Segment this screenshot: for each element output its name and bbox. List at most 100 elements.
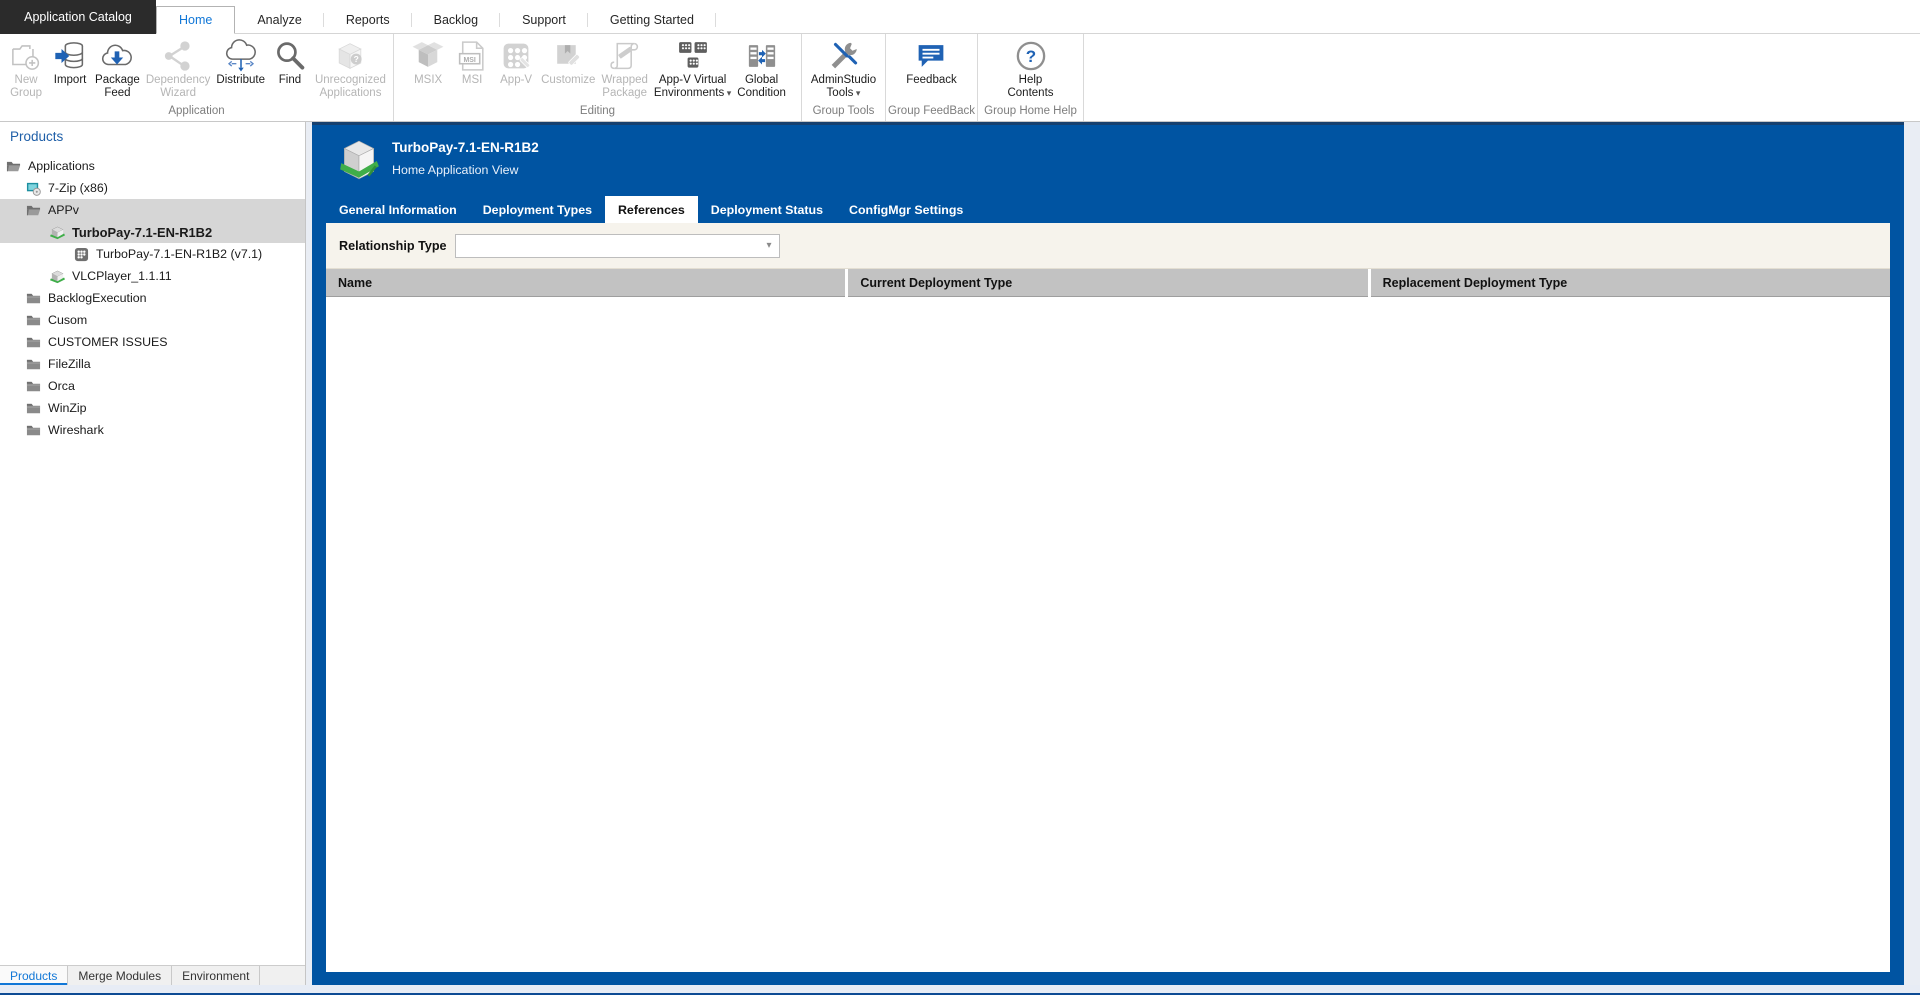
tree-item-applications[interactable]: Applications (0, 155, 305, 177)
tree-item-label: BacklogExecution (48, 291, 147, 305)
ribbon-button-label: Find (279, 74, 301, 87)
folder-icon (26, 357, 41, 372)
tree-item-winzip[interactable]: WinZip (0, 397, 305, 419)
import-button[interactable]: Import (48, 36, 92, 87)
unrecognized-applications-icon: ? (331, 37, 369, 74)
dependency-wizard-icon (159, 37, 197, 74)
tree-item-turbopay-7-1-en-r1b2-v7-1[interactable]: TurboPay-7.1-EN-R1B2 (v7.1) (0, 243, 305, 265)
ribbon-button-label: AdminStudio Tools ▾ (811, 74, 876, 100)
package-feed-icon (98, 37, 136, 74)
help-contents-button[interactable]: ?Help Contents (1004, 36, 1056, 100)
feedback-button[interactable]: Feedback (903, 36, 960, 87)
menu-tab-getting-started[interactable]: Getting Started (588, 6, 716, 33)
ribbon-button-label: MSIX (414, 74, 442, 87)
menu-tab-home[interactable]: Home (156, 6, 235, 34)
ribbon-button-label: MSI (462, 74, 482, 87)
tree-item-label: APPv (48, 203, 79, 217)
distribute-button[interactable]: Distribute (213, 36, 268, 87)
tree-item-backlogexecution[interactable]: BacklogExecution (0, 287, 305, 309)
menu-tab-analyze[interactable]: Analyze (235, 6, 323, 33)
customize-button: Customize (538, 36, 598, 87)
tab-configmgr-settings[interactable]: ConfigMgr Settings (836, 196, 976, 223)
references-table-header: NameCurrent Deployment TypeReplacement D… (326, 269, 1890, 297)
tree-item-turbopay-7-1-en-r1b2[interactable]: TurboPay-7.1-EN-R1B2 (0, 221, 305, 243)
panel-tab-environment[interactable]: Environment (172, 966, 260, 985)
relationship-type-dropdown[interactable]: ▾ (455, 234, 780, 258)
menu-tab-reports[interactable]: Reports (324, 6, 412, 33)
new-group-button: New Group (4, 36, 48, 100)
ribbon-button-label: Global Condition (737, 74, 786, 100)
tree-item-appv[interactable]: APPv (0, 199, 305, 221)
ribbon-button-label: Wrapped Package (601, 74, 647, 100)
app-v-virtual-environments-icon (674, 37, 712, 74)
status-strip (0, 985, 1920, 995)
tree-item-label: VLCPlayer_1.1.11 (72, 269, 172, 283)
ribbon-button-label: App-V Virtual Environments ▾ (654, 74, 731, 100)
tab-references[interactable]: References (605, 196, 698, 223)
adminstudio-tools-button[interactable]: AdminStudio Tools ▾ (808, 36, 879, 100)
menu-bar: Application Catalog HomeAnalyzeReportsBa… (0, 0, 1920, 34)
wrapped-package-icon (606, 37, 644, 74)
ribbon-button-label: Distribute (216, 74, 265, 87)
chevron-down-icon: ▾ (724, 88, 731, 98)
tab-deployment-status[interactable]: Deployment Status (698, 196, 836, 223)
tree-item-customer-issues[interactable]: CUSTOMER ISSUES (0, 331, 305, 353)
menu-tab-backlog[interactable]: Backlog (412, 6, 500, 33)
import-icon (51, 37, 89, 74)
page-title: TurboPay-7.1-EN-R1B2 (392, 138, 539, 155)
products-tree: Applications 7-Zip (x86) APPv TurboPay-7.1-… (0, 152, 305, 965)
page-subtitle: Home Application View (392, 163, 539, 177)
msi-button: MSIMSI (450, 36, 494, 87)
menu-tab-support[interactable]: Support (500, 6, 588, 33)
chevron-down-icon: ▾ (767, 240, 772, 251)
customize-icon (549, 37, 587, 74)
tree-item-label: WinZip (48, 401, 87, 415)
folder-open-icon (6, 159, 21, 174)
package-icon (50, 225, 65, 240)
global-condition-button[interactable]: Global Condition (734, 36, 789, 100)
products-panel: Products Applications 7-Zip (x86) APPv Turb… (0, 122, 306, 985)
tree-item-cusom[interactable]: Cusom (0, 309, 305, 331)
ribbon-button-label: Dependency Wizard (146, 74, 211, 100)
package-icon (50, 269, 65, 284)
ribbon-group-caption: Application (0, 104, 393, 121)
find-button[interactable]: Find (268, 36, 312, 87)
chevron-down-icon: ▾ (853, 88, 860, 98)
folder-icon (26, 335, 41, 350)
ribbon-group-group-feedback: Feedback Group FeedBack (886, 34, 978, 121)
distribute-icon (222, 37, 260, 74)
folder-open-icon (26, 203, 41, 218)
unrecognized-applications-button: ?Unrecognized Applications (312, 36, 389, 100)
tree-item-vlcplayer-1-1-11[interactable]: VLCPlayer_1.1.11 (0, 265, 305, 287)
ribbon-group-caption: Group Home Help (978, 104, 1083, 121)
panel-switch-tabs: ProductsMerge ModulesEnvironment (0, 965, 305, 985)
tree-item-filezilla[interactable]: FileZilla (0, 353, 305, 375)
column-header-current-deployment-type[interactable]: Current Deployment Type (848, 269, 1367, 297)
panel-tab-products[interactable]: Products (0, 966, 68, 985)
ribbon-group-caption: Group FeedBack (886, 104, 977, 121)
folder-icon (26, 291, 41, 306)
panel-tab-merge-modules[interactable]: Merge Modules (68, 966, 172, 985)
tree-item-7-zip-x86[interactable]: 7-Zip (x86) (0, 177, 305, 199)
application-view-tabs: General InformationDeployment TypesRefer… (326, 196, 1904, 223)
column-header-name[interactable]: Name (326, 269, 845, 297)
global-condition-icon (743, 37, 781, 74)
folder-icon (26, 313, 41, 328)
app-v-virtual-environments-button[interactable]: App-V Virtual Environments ▾ (651, 36, 734, 100)
ribbon-button-label: Package Feed (95, 74, 140, 100)
help-contents-icon: ? (1012, 37, 1050, 74)
column-header-replacement-deployment-type[interactable]: Replacement Deployment Type (1371, 269, 1890, 297)
tree-item-label: Applications (28, 159, 95, 173)
new-group-icon (7, 37, 45, 74)
ribbon-button-label: Unrecognized Applications (315, 74, 386, 100)
tab-general-information[interactable]: General Information (326, 196, 470, 223)
tree-item-wireshark[interactable]: Wireshark (0, 419, 305, 441)
tab-deployment-types[interactable]: Deployment Types (470, 196, 605, 223)
references-table-body (326, 297, 1890, 972)
grid-icon (74, 247, 89, 262)
application-catalog-tab[interactable]: Application Catalog (0, 0, 156, 34)
tree-item-orca[interactable]: Orca (0, 375, 305, 397)
package-feed-button[interactable]: Package Feed (92, 36, 143, 100)
relationship-type-bar: Relationship Type ▾ (326, 223, 1890, 269)
ribbon-button-label: Feedback (906, 74, 957, 87)
